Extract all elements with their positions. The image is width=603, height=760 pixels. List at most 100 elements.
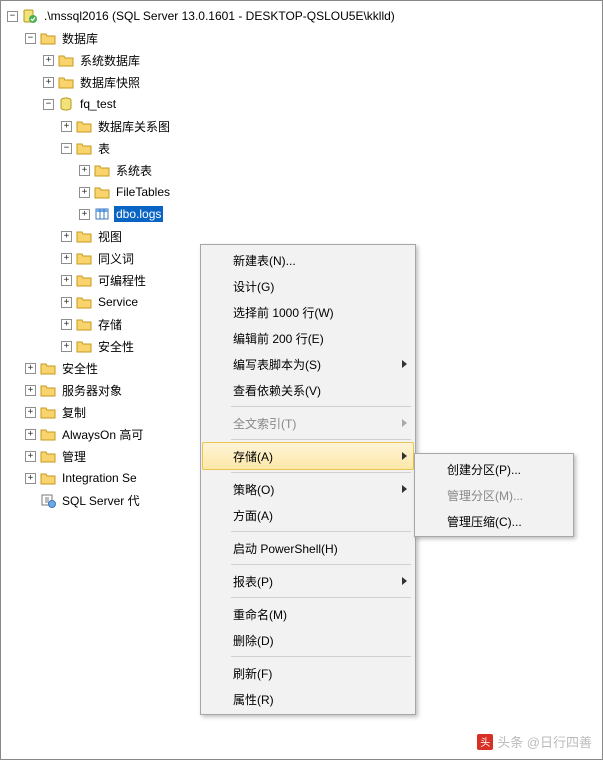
collapse-icon[interactable]: −	[25, 33, 36, 44]
submenu-arrow-icon	[402, 419, 407, 427]
menu-refresh[interactable]: 刷新(F)	[203, 660, 413, 686]
system-databases-node[interactable]: + 系统数据库	[7, 49, 602, 71]
menu-label: 新建表(N)...	[233, 252, 296, 269]
submenu-create-partition[interactable]: 创建分区(P)...	[417, 456, 571, 482]
server-node[interactable]: − .\mssql2016 (SQL Server 13.0.1601 - DE…	[7, 5, 602, 27]
menu-label: 创建分区(P)...	[447, 461, 521, 478]
menu-script-table-as[interactable]: 编写表脚本为(S)	[203, 351, 413, 377]
menu-separator	[231, 656, 411, 657]
menu-properties[interactable]: 属性(R)	[203, 686, 413, 712]
context-menu: 新建表(N)... 设计(G) 选择前 1000 行(W) 编辑前 200 行(…	[200, 244, 416, 715]
tables-node[interactable]: − 表	[7, 137, 602, 159]
menu-reports[interactable]: 报表(P)	[203, 568, 413, 594]
system-tables-label: 系统表	[114, 161, 154, 180]
table-dbo-logs-node[interactable]: + dbo.logs	[7, 203, 602, 225]
menu-facets[interactable]: 方面(A)	[203, 502, 413, 528]
menu-policies[interactable]: 策略(O)	[203, 476, 413, 502]
tables-label: 表	[96, 139, 112, 158]
submenu-manage-compression[interactable]: 管理压缩(C)...	[417, 508, 571, 534]
expand-icon[interactable]: +	[61, 297, 72, 308]
system-tables-node[interactable]: + 系统表	[7, 159, 602, 181]
expand-icon[interactable]: +	[61, 121, 72, 132]
menu-label: 报表(P)	[233, 573, 273, 590]
folder-icon	[40, 382, 56, 398]
expand-icon[interactable]: +	[43, 55, 54, 66]
menu-separator	[231, 406, 411, 407]
menu-storage[interactable]: 存储(A)	[202, 442, 414, 470]
watermark: 头 头条 @日行四善	[477, 732, 592, 751]
agent-icon	[40, 492, 56, 508]
expand-icon[interactable]: +	[25, 429, 36, 440]
menu-view-dependencies[interactable]: 查看依赖关系(V)	[203, 377, 413, 403]
folder-icon	[76, 316, 92, 332]
menu-delete[interactable]: 删除(D)	[203, 627, 413, 653]
expand-icon[interactable]: +	[79, 209, 90, 220]
submenu-manage-partition: 管理分区(M)...	[417, 482, 571, 508]
expand-icon[interactable]: +	[61, 319, 72, 330]
collapse-icon[interactable]: −	[43, 99, 54, 110]
folder-icon	[76, 140, 92, 156]
database-fq-test-label: fq_test	[78, 96, 118, 112]
menu-label: 删除(D)	[233, 632, 274, 649]
menu-label: 方面(A)	[233, 507, 273, 524]
menu-label: 编写表脚本为(S)	[233, 356, 321, 373]
databases-node[interactable]: − 数据库	[7, 27, 602, 49]
expand-icon[interactable]: +	[61, 231, 72, 242]
database-fq-test-node[interactable]: − fq_test	[7, 93, 602, 115]
db-security-label: 安全性	[96, 337, 136, 356]
programmability-label: 可编程性	[96, 271, 148, 290]
menu-separator	[231, 564, 411, 565]
folder-icon	[58, 52, 74, 68]
menu-edit-top-200[interactable]: 编辑前 200 行(E)	[203, 325, 413, 351]
submenu-arrow-icon	[402, 577, 407, 585]
db-diagrams-label: 数据库关系图	[96, 117, 172, 136]
expand-icon[interactable]: +	[25, 473, 36, 484]
folder-icon	[76, 228, 92, 244]
service-broker-label: Service	[96, 294, 140, 310]
folder-icon	[94, 162, 110, 178]
expand-icon[interactable]: +	[25, 385, 36, 396]
views-label: 视图	[96, 227, 124, 246]
menu-label: 选择前 1000 行(W)	[233, 304, 334, 321]
menu-label: 管理压缩(C)...	[447, 513, 522, 530]
folder-icon	[40, 360, 56, 376]
expand-icon[interactable]: +	[25, 407, 36, 418]
menu-label: 查看依赖关系(V)	[233, 382, 321, 399]
collapse-icon[interactable]: −	[7, 11, 18, 22]
system-databases-label: 系统数据库	[78, 51, 142, 70]
expand-icon[interactable]: +	[61, 275, 72, 286]
synonyms-label: 同义词	[96, 249, 136, 268]
menu-new-table[interactable]: 新建表(N)...	[203, 247, 413, 273]
menu-start-powershell[interactable]: 启动 PowerShell(H)	[203, 535, 413, 561]
replication-label: 复制	[60, 403, 88, 422]
menu-rename[interactable]: 重命名(M)	[203, 601, 413, 627]
db-snapshot-node[interactable]: + 数据库快照	[7, 71, 602, 93]
menu-design[interactable]: 设计(G)	[203, 273, 413, 299]
collapse-icon[interactable]: −	[61, 143, 72, 154]
submenu-arrow-icon	[402, 452, 407, 460]
expand-icon[interactable]: +	[79, 165, 90, 176]
server-icon	[22, 8, 38, 24]
expand-icon[interactable]: +	[25, 451, 36, 462]
folder-icon	[40, 448, 56, 464]
menu-separator	[231, 439, 411, 440]
expand-icon[interactable]: +	[61, 253, 72, 264]
db-snapshot-label: 数据库快照	[78, 73, 142, 92]
menu-select-top-1000[interactable]: 选择前 1000 行(W)	[203, 299, 413, 325]
expand-icon[interactable]: +	[79, 187, 90, 198]
menu-label: 启动 PowerShell(H)	[233, 540, 338, 557]
expand-icon[interactable]: +	[43, 77, 54, 88]
menu-fulltext-index: 全文索引(T)	[203, 410, 413, 436]
folder-icon	[76, 250, 92, 266]
expand-icon[interactable]: +	[61, 341, 72, 352]
integration-services-label: Integration Se	[60, 470, 139, 486]
watermark-text: 头条 @日行四善	[497, 732, 592, 751]
expand-icon[interactable]: +	[25, 363, 36, 374]
folder-icon	[40, 470, 56, 486]
file-tables-node[interactable]: + FileTables	[7, 181, 602, 203]
menu-label: 属性(R)	[233, 691, 274, 708]
folder-icon	[40, 404, 56, 420]
db-diagrams-node[interactable]: + 数据库关系图	[7, 115, 602, 137]
menu-label: 重命名(M)	[233, 606, 287, 623]
menu-separator	[231, 531, 411, 532]
